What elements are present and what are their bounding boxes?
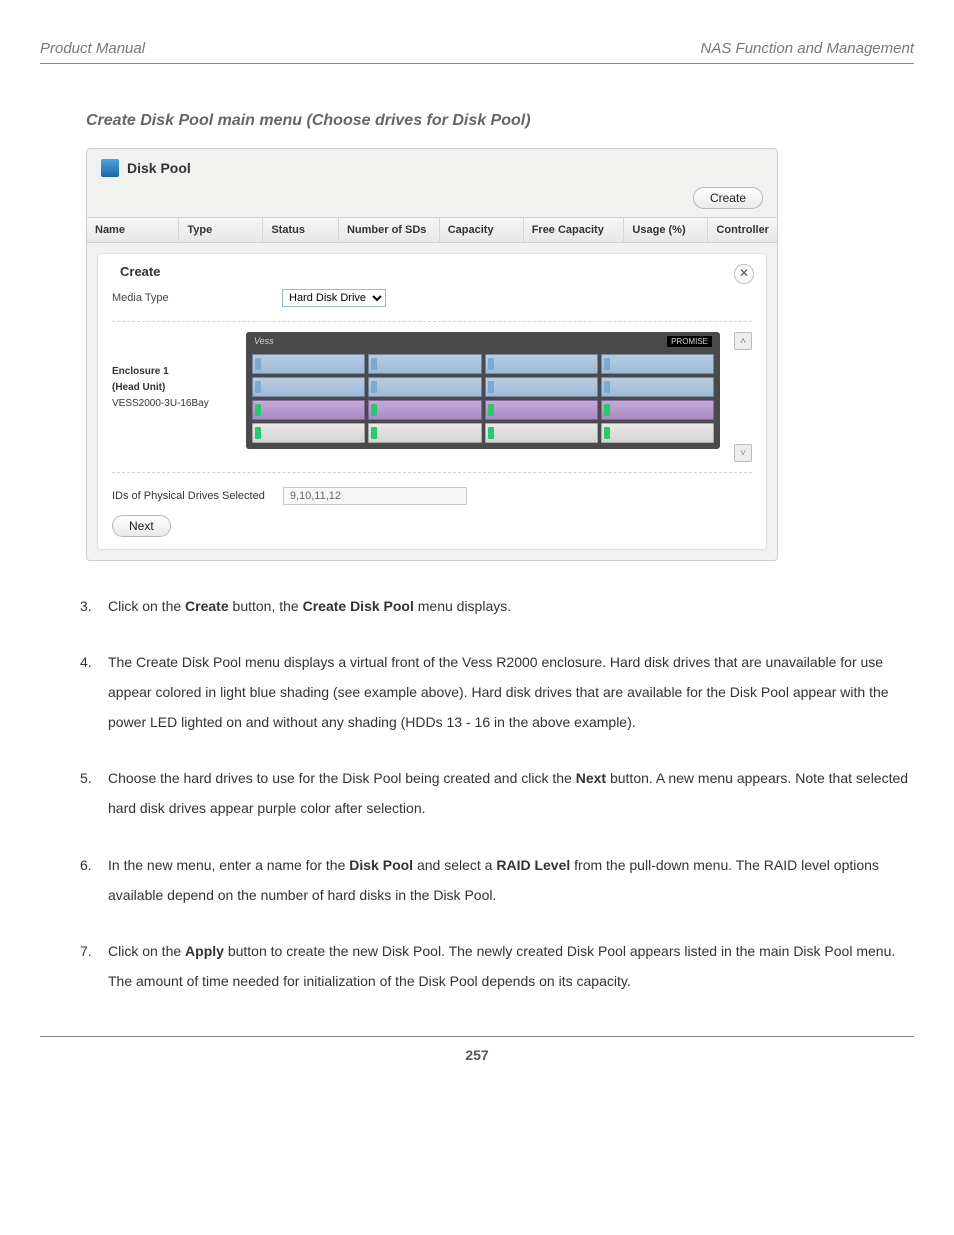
col-controller: Controller xyxy=(708,218,777,242)
ids-selected-field xyxy=(283,487,467,505)
disk-pool-icon xyxy=(101,159,119,177)
page-header: Product Manual NAS Function and Manageme… xyxy=(40,40,914,64)
drive-bay-12[interactable] xyxy=(601,400,714,420)
disk-pool-title: Disk Pool xyxy=(127,160,191,176)
col-free-cap: Free Capacity xyxy=(524,218,625,242)
enclosure-brand-right: PROMISE xyxy=(667,336,712,347)
ids-selected-label: IDs of Physical Drives Selected xyxy=(112,490,265,502)
next-button[interactable]: Next xyxy=(112,515,171,537)
enclosure-brand-left: Vess xyxy=(254,336,274,346)
enclosure-labels: Enclosure 1 (Head Unit) VESS2000-3U-16Ba… xyxy=(112,332,232,412)
drive-bay-6[interactable] xyxy=(368,377,481,397)
col-type: Type xyxy=(179,218,263,242)
drive-bay-8[interactable] xyxy=(601,377,714,397)
col-name: Name xyxy=(87,218,179,242)
create-panel-title: Create xyxy=(120,264,160,279)
col-capacity: Capacity xyxy=(440,218,524,242)
step-3: Click on the Create button, the Create D… xyxy=(80,591,914,621)
header-left: Product Manual xyxy=(40,40,145,57)
drive-bay-16[interactable] xyxy=(601,423,714,443)
drive-bay-7[interactable] xyxy=(485,377,598,397)
create-button[interactable]: Create xyxy=(693,187,763,209)
enclosure-graphic: Vess PROMISE xyxy=(246,332,720,449)
drive-bay-14[interactable] xyxy=(368,423,481,443)
media-type-label: Media Type xyxy=(112,292,262,304)
drive-bay-11[interactable] xyxy=(485,400,598,420)
drive-bay-10[interactable] xyxy=(368,400,481,420)
drive-bay-2[interactable] xyxy=(368,354,481,374)
header-right: NAS Function and Management xyxy=(701,40,914,57)
drive-bay-5[interactable] xyxy=(252,377,365,397)
col-number-sds: Number of SDs xyxy=(339,218,440,242)
section-title: Create Disk Pool main menu (Choose drive… xyxy=(86,112,914,130)
drive-bay-13[interactable] xyxy=(252,423,365,443)
disk-pool-columns: Name Type Status Number of SDs Capacity … xyxy=(87,217,777,243)
step-4: The Create Disk Pool menu displays a vir… xyxy=(80,647,914,737)
col-status: Status xyxy=(263,218,339,242)
drive-bay-4[interactable] xyxy=(601,354,714,374)
scroll-down-icon[interactable]: ˅ xyxy=(734,444,752,462)
drive-bay-3[interactable] xyxy=(485,354,598,374)
drive-bay-15[interactable] xyxy=(485,423,598,443)
page-number: 257 xyxy=(465,1047,488,1063)
drive-bay-9[interactable] xyxy=(252,400,365,420)
create-panel: ✕ Create Media Type Hard Disk Drive Encl… xyxy=(97,253,767,550)
page-footer: 257 xyxy=(40,1036,914,1063)
step-7: Click on the Apply button to create the … xyxy=(80,936,914,996)
scroll-up-icon[interactable]: ˄ xyxy=(734,332,752,350)
media-type-select[interactable]: Hard Disk Drive xyxy=(282,289,386,307)
disk-pool-screenshot: Disk Pool Create Name Type Status Number… xyxy=(86,148,778,561)
instruction-list: Click on the Create button, the Create D… xyxy=(80,591,914,996)
col-usage: Usage (%) xyxy=(624,218,708,242)
close-icon[interactable]: ✕ xyxy=(734,264,754,284)
step-5: Choose the hard drives to use for the Di… xyxy=(80,763,914,823)
step-6: In the new menu, enter a name for the Di… xyxy=(80,850,914,910)
drive-bay-1[interactable] xyxy=(252,354,365,374)
